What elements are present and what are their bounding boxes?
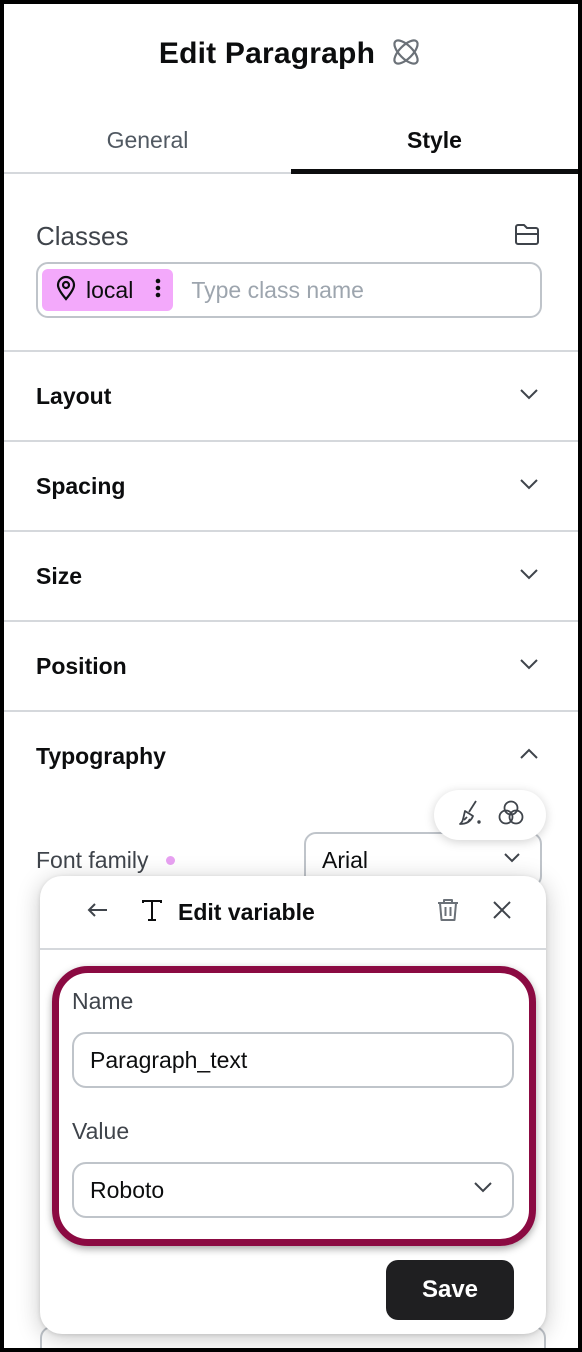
name-label: Name — [72, 988, 134, 1014]
close-icon[interactable] — [488, 896, 516, 929]
section-label: Typography — [36, 742, 166, 769]
class-chip-label: local — [86, 276, 134, 303]
chevron-down-icon — [516, 471, 542, 502]
classes-section: Classes local Type class name — [36, 216, 542, 318]
class-selector-input[interactable]: local Type class name — [36, 262, 542, 318]
popover-title: Edit variable — [178, 898, 315, 925]
section-spacing[interactable]: Spacing — [4, 440, 578, 530]
chevron-down-icon — [516, 561, 542, 592]
section-label: Size — [36, 562, 83, 589]
chevron-down-icon — [516, 651, 542, 682]
variable-name-value: Paragraph_text — [90, 1046, 248, 1073]
trash-icon[interactable] — [434, 896, 462, 929]
kebab-menu-icon[interactable] — [149, 274, 167, 307]
font-family-value: Arial — [322, 846, 369, 873]
brush-icon[interactable] — [454, 798, 484, 833]
variable-name-input[interactable]: Paragraph_text — [72, 1032, 514, 1088]
color-circles-icon[interactable] — [496, 798, 526, 833]
variable-value-select[interactable]: Roboto — [72, 1162, 514, 1218]
chevron-down-icon — [516, 381, 542, 412]
section-size[interactable]: Size — [4, 530, 578, 620]
text-type-icon — [138, 896, 166, 929]
section-layout[interactable]: Layout — [4, 350, 578, 440]
typography-tools — [434, 790, 546, 840]
folder-icon[interactable] — [512, 219, 542, 254]
chevron-up-icon — [516, 741, 542, 772]
variable-value-selected: Roboto — [90, 1176, 165, 1203]
section-position[interactable]: Position — [4, 620, 578, 710]
class-name-placeholder[interactable]: Type class name — [191, 277, 364, 304]
map-pin-icon — [52, 274, 80, 307]
panel-title: Edit Paragraph — [158, 37, 376, 70]
class-chip-local[interactable]: local — [42, 269, 174, 311]
classes-title: Classes — [36, 220, 129, 251]
section-label: Position — [36, 652, 127, 679]
atom-icon — [389, 35, 423, 74]
popover-header: Edit variable — [40, 876, 546, 950]
arrow-left-icon[interactable] — [84, 896, 112, 929]
chevron-down-icon — [470, 1174, 496, 1206]
edit-variable-popover: Edit variable Name Paragraph_text Value … — [40, 876, 546, 1334]
value-label: Value — [72, 1118, 130, 1144]
section-label: Spacing — [36, 472, 126, 499]
tab-style[interactable]: Style — [291, 108, 578, 174]
chevron-down-icon — [500, 845, 524, 875]
editor-panel: Edit Paragraph General Style Classes loc… — [0, 0, 582, 1352]
tab-bar: General Style — [4, 108, 578, 174]
tab-general[interactable]: General — [4, 108, 291, 172]
font-family-label: Font family — [36, 846, 149, 873]
section-typography[interactable]: Typography — [4, 710, 578, 800]
section-label: Layout — [36, 382, 112, 409]
save-button[interactable]: Save — [386, 1260, 514, 1320]
panel-header: Edit Paragraph — [4, 4, 578, 104]
variable-indicator-dot — [166, 855, 176, 865]
